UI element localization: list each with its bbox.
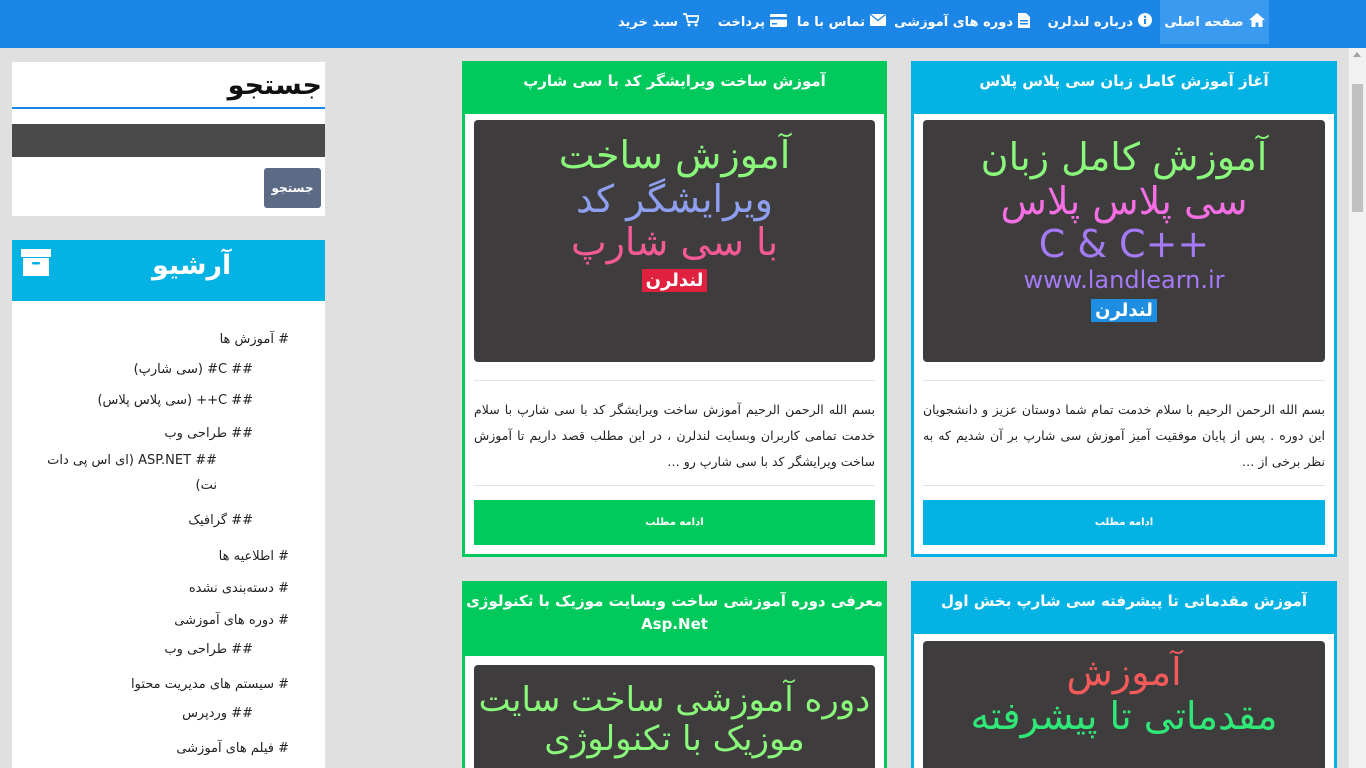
archive-item[interactable]: ## ASP.NET (ای اس پی دات [47, 453, 217, 468]
post-title-text: معرفی دوره آموزشی ساخت وبسایت موزیک با ت… [466, 592, 883, 633]
archive-item[interactable]: # دسته‌بندی نشده [189, 581, 289, 596]
thumb-line: ویرایشگر کد [576, 176, 773, 221]
file-icon [1018, 12, 1030, 32]
thumb-line: www.landlearn.ir [1023, 266, 1225, 295]
thumb-line: آموزش کامل زبان [980, 135, 1268, 179]
archive-item[interactable]: # اطلاعیه ها [219, 549, 289, 564]
top-navbar: صفحه اصلی درباره لندلرن دوره های آموزشی … [0, 0, 1366, 48]
search-widget: جستجو جستجو [12, 62, 325, 216]
archive-title: آرشیو [152, 250, 232, 281]
nav-home-label: صفحه اصلی [1164, 14, 1244, 30]
post-thumbnail[interactable]: دوره آموزشی ساخت سایت موزیک با تکنولوژی [474, 665, 875, 768]
cart-icon [683, 13, 701, 31]
archive-header: آرشیو [12, 240, 325, 301]
archive-item[interactable]: ## طراحی وب [164, 642, 253, 657]
search-button[interactable]: جستجو [264, 168, 321, 208]
search-title: جستجو [227, 70, 322, 101]
archive-item[interactable]: نت) [196, 478, 217, 493]
archive-item[interactable]: ## C# (سی شارپ) [134, 362, 253, 377]
nav-courses-label: دوره های آموزشی [894, 14, 1013, 30]
nav-payment[interactable]: پرداخت [713, 0, 787, 44]
archive-item[interactable]: ## وردپرس [182, 706, 253, 721]
post-title-text: آموزش مقدماتی تا پیشرفته سی شارپ بخش اول [941, 592, 1307, 610]
thumb-line: دوره آموزشی ساخت سایت [478, 680, 871, 720]
post-thumbnail[interactable]: آموزش مقدماتی تا پیشرفته [923, 641, 1325, 768]
scroll-up-icon[interactable] [1353, 52, 1361, 57]
page-scrollbar[interactable] [1349, 48, 1366, 768]
landlearn-logo: لندلرن [641, 269, 708, 293]
nav-cart[interactable]: سبد خرید [615, 0, 701, 44]
post-excerpt: بسم الله الرحمن الرحیم آموزش ساخت ویرایش… [474, 402, 875, 469]
archive-item[interactable]: # دوره های آموزشی [174, 613, 289, 628]
card-divider [923, 485, 1325, 486]
scrollbar-thumb[interactable] [1352, 84, 1363, 212]
thumb-line: مقدماتی تا پیشرفته [970, 693, 1278, 738]
envelope-icon [870, 13, 886, 30]
home-icon [1248, 13, 1265, 31]
thumb-line: موزیک با تکنولوژی [544, 719, 805, 760]
post-card: معرفی دوره آموزشی ساخت وبسایت موزیک با ت… [462, 581, 887, 768]
search-input[interactable] [12, 124, 325, 157]
card-divider [474, 485, 875, 486]
card-divider [923, 380, 1325, 381]
archive-item[interactable]: ## C++ (سی پلاس پلاس) [97, 393, 253, 408]
read-more-button[interactable]: ادامه مطلب [474, 500, 875, 545]
thumb-line: سی پلاس پلاس [1000, 178, 1248, 223]
thumb-line: آموزش ساخت [558, 133, 791, 177]
post-title-text: آموزش ساخت ویرایشگر کد با سی شارپ [523, 72, 826, 90]
nav-payment-label: پرداخت [717, 14, 765, 30]
thumb-line: با سی شارپ [570, 220, 779, 265]
thumb-line: آموزش [1066, 650, 1182, 694]
card-divider [474, 380, 875, 381]
nav-about-label: درباره لندلرن [1047, 14, 1133, 30]
post-thumbnail[interactable]: آموزش ساخت ویرایشگر کد با سی شارپ لندلرن [474, 120, 875, 362]
archive-item[interactable]: # سیستم های مدیریت محتوا [131, 677, 289, 692]
landlearn-logo: لندلرن [1091, 298, 1157, 322]
nav-contact[interactable]: تماس با ما [797, 0, 886, 44]
post-title[interactable]: معرفی دوره آموزشی ساخت وبسایت موزیک با ت… [465, 584, 884, 656]
nav-home[interactable]: صفحه اصلی [1160, 0, 1269, 44]
post-card: آموزش مقدماتی تا پیشرفته سی شارپ بخش اول… [911, 581, 1337, 768]
post-title[interactable]: آغاز آموزش کامل زبان سی پلاس پلاس [914, 64, 1334, 114]
post-card: آموزش ساخت ویرایشگر کد با سی شارپ آموزش … [462, 61, 887, 557]
post-card: آغاز آموزش کامل زبان سی پلاس پلاس آموزش … [911, 61, 1337, 557]
archive-widget: آرشیو # آموزش ها ## C# (سی شارپ) ## C++ … [12, 240, 325, 768]
post-title[interactable]: آموزش مقدماتی تا پیشرفته سی شارپ بخش اول [914, 584, 1334, 634]
post-title[interactable]: آموزش ساخت ویرایشگر کد با سی شارپ [465, 64, 884, 114]
archive-item[interactable]: # آموزش ها [220, 332, 289, 347]
info-icon [1138, 13, 1152, 31]
nav-about[interactable]: درباره لندلرن [1046, 0, 1152, 44]
archive-box-icon [20, 248, 52, 278]
post-excerpt: بسم الله الرحمن الرحیم با سلام خدمت تمام… [923, 402, 1325, 469]
read-more-button[interactable]: ادامه مطلب [923, 500, 1325, 545]
nav-cart-label: سبد خرید [618, 14, 678, 30]
archive-item[interactable]: ## گرافیک [188, 513, 253, 528]
thumb-line: C & C++ [1038, 222, 1210, 267]
post-thumbnail[interactable]: آموزش کامل زبان سی پلاس پلاس C & C++ www… [923, 120, 1325, 362]
nav-contact-label: تماس با ما [796, 14, 865, 30]
archive-item[interactable]: # فیلم های آموزشی [176, 741, 289, 756]
nav-courses[interactable]: دوره های آموزشی [894, 0, 1030, 44]
search-divider [12, 107, 325, 109]
credit-card-icon [770, 13, 787, 31]
post-title-text: آغاز آموزش کامل زبان سی پلاس پلاس [979, 72, 1269, 90]
archive-item[interactable]: ## طراحی وب [164, 426, 253, 441]
